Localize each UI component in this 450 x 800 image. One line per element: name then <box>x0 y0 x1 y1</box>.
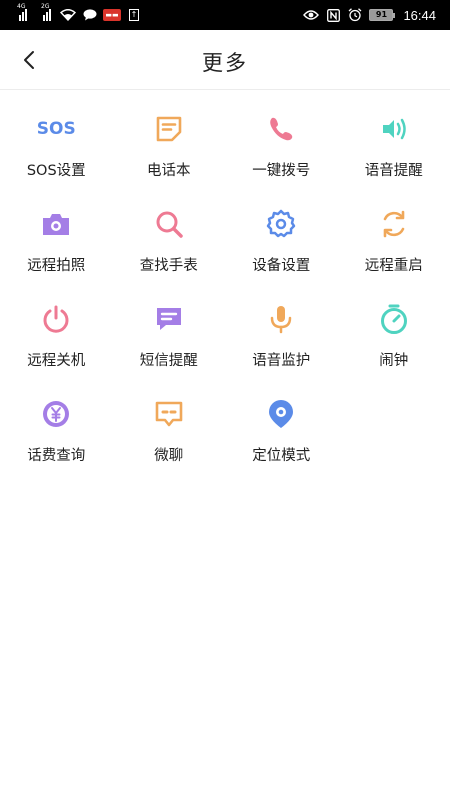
signal-strength-icon: 4G <box>17 3 30 21</box>
phonebook-icon <box>152 112 186 146</box>
grid-item-remote-photo[interactable]: 远程拍照 <box>0 207 113 302</box>
message-icon <box>152 302 186 336</box>
grid-item-label: 一键拨号 <box>252 163 311 179</box>
grid-item-balance-query[interactable]: 话费查询 <box>0 397 113 492</box>
sos-icon: SOS <box>36 112 76 146</box>
grid-item-label: SOS设置 <box>26 163 86 179</box>
location-pin-icon <box>264 397 298 431</box>
alarm-clock-icon <box>377 302 411 336</box>
eye-icon <box>303 8 320 22</box>
grid-item-label: 定位模式 <box>252 448 311 464</box>
grid-item-voice-monitor[interactable]: 语音监护 <box>225 302 338 397</box>
power-icon <box>39 302 73 336</box>
header-bar: 更多 <box>0 30 450 90</box>
grid-item-location-mode[interactable]: 定位模式 <box>225 397 338 492</box>
grid-item-phonebook[interactable]: 电话本 <box>113 112 226 207</box>
grid-item-wechat[interactable]: 微聊 <box>113 397 226 492</box>
chat-bubble-icon <box>82 8 98 22</box>
status-bar-right: 91 16:44 <box>303 8 436 23</box>
grid-item-remote-restart[interactable]: 远程重启 <box>338 207 450 302</box>
grid-item-find-watch[interactable]: 查找手表 <box>113 207 226 302</box>
clock-time: 16:44 <box>403 7 436 23</box>
grid-item-label: 微聊 <box>154 448 184 464</box>
grid-item-one-key-dial[interactable]: 一键拨号 <box>225 112 338 207</box>
grid-item-label: 电话本 <box>147 163 191 179</box>
download-notification-icon: ↑ <box>129 9 139 21</box>
voice-reminder-icon <box>377 112 411 146</box>
grid-item-label: 语音监护 <box>252 353 311 369</box>
signal-strength-icon-2: 2G <box>41 3 54 21</box>
feature-grid: SOS SOS设置 电话本 一键拨号 语音提醒 远程拍照 查找手表 设备设置 远… <box>0 112 450 492</box>
wifi-icon <box>60 8 76 22</box>
status-bar: 4G 2G ▬▬ ↑ 91 16:44 <box>0 0 450 30</box>
yuan-coin-icon <box>39 397 73 431</box>
microphone-icon <box>264 302 298 336</box>
grid-item-sos-settings[interactable]: SOS SOS设置 <box>0 112 113 207</box>
status-bar-left: 4G 2G ▬▬ ↑ <box>17 3 142 22</box>
network-type-label: 4G <box>17 3 26 10</box>
search-icon <box>152 207 186 241</box>
grid-item-device-settings[interactable]: 设备设置 <box>225 207 338 302</box>
grid-item-remote-shutdown[interactable]: 远程关机 <box>0 302 113 397</box>
grid-item-label: 远程关机 <box>27 353 86 369</box>
grid-item-alarm-clock[interactable]: 闹钟 <box>338 302 450 397</box>
grid-item-label: 远程拍照 <box>27 258 86 274</box>
restart-icon <box>377 207 411 241</box>
battery-icon: 91 <box>369 9 396 21</box>
grid-item-label: 短信提醒 <box>139 353 198 369</box>
grid-item-label: 闹钟 <box>379 353 409 369</box>
grid-item-label: 设备设置 <box>252 258 311 274</box>
page-title: 更多 <box>202 51 248 75</box>
camera-icon <box>39 207 73 241</box>
phone-icon <box>264 112 298 146</box>
app-notification-icon: ▬▬ <box>103 9 121 21</box>
sos-icon-text: SOS <box>36 119 76 139</box>
grid-item-voice-reminder[interactable]: 语音提醒 <box>338 112 450 207</box>
grid-item-sms-reminder[interactable]: 短信提醒 <box>113 302 226 397</box>
chat-icon <box>152 397 186 431</box>
grid-item-label: 查找手表 <box>139 258 198 274</box>
network-type-label-2: 2G <box>41 3 50 10</box>
battery-level: 91 <box>369 9 394 21</box>
grid-item-label: 话费查询 <box>27 448 86 464</box>
grid-item-label: 语音提醒 <box>364 163 423 179</box>
gear-icon <box>264 207 298 241</box>
grid-item-label: 远程重启 <box>364 258 423 274</box>
alarm-icon <box>347 8 363 22</box>
nfc-icon <box>325 8 341 22</box>
